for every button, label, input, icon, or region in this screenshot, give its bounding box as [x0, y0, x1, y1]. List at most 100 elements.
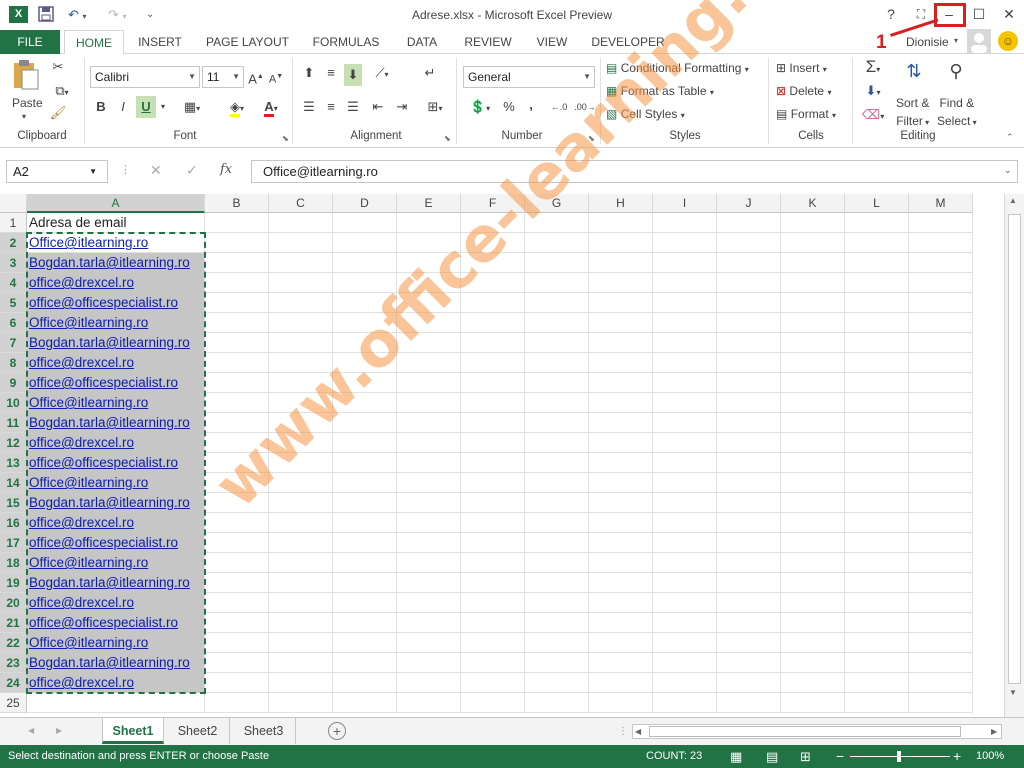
- column-header-l[interactable]: L: [845, 194, 909, 213]
- sheet-tab-sheet1[interactable]: Sheet1: [102, 718, 164, 744]
- email-cell[interactable]: Bogdan.tarla@itlearning.ro: [27, 653, 205, 673]
- avatar[interactable]: [967, 29, 991, 53]
- zoom-level[interactable]: 100%: [976, 745, 1004, 768]
- email-cell[interactable]: Office@itlearning.ro: [27, 553, 205, 573]
- middle-align-icon[interactable]: ≡: [322, 62, 340, 84]
- row-header[interactable]: 6: [0, 313, 27, 333]
- alignment-dialog-launcher-icon[interactable]: ⬊: [444, 134, 451, 143]
- email-cell[interactable]: office@officespecialist.ro: [27, 373, 205, 393]
- row-header[interactable]: 21: [0, 613, 27, 633]
- row-header[interactable]: 2: [0, 233, 27, 253]
- underline-dropdown-icon[interactable]: ▾: [157, 96, 169, 118]
- font-color-icon[interactable]: A▾: [256, 96, 286, 118]
- autosum-icon[interactable]: Σ▾: [858, 56, 888, 78]
- row-header[interactable]: 7: [0, 333, 27, 353]
- wrap-text-icon[interactable]: ↵: [420, 62, 440, 84]
- conditional-formatting-button[interactable]: ▤ Conditional Formatting ▾: [606, 59, 749, 79]
- column-header-e[interactable]: E: [397, 194, 461, 213]
- row-header[interactable]: 3: [0, 253, 27, 273]
- email-cell[interactable]: office@officespecialist.ro: [27, 293, 205, 313]
- email-cell[interactable]: Office@itlearning.ro: [27, 393, 205, 413]
- row-header[interactable]: 8: [0, 353, 27, 373]
- help-button[interactable]: ?: [880, 4, 902, 24]
- column-header-f[interactable]: F: [461, 194, 525, 213]
- number-dialog-launcher-icon[interactable]: ⬊: [588, 134, 595, 143]
- row-header[interactable]: 14: [0, 473, 27, 493]
- smiley-feedback-icon[interactable]: ☺: [998, 31, 1018, 51]
- email-cell[interactable]: office@officespecialist.ro: [27, 533, 205, 553]
- column-header-i[interactable]: I: [653, 194, 717, 213]
- row-header[interactable]: 20: [0, 593, 27, 613]
- align-center-icon[interactable]: ≡: [322, 96, 340, 118]
- email-cell[interactable]: Office@itlearning.ro: [27, 473, 205, 493]
- tab-review[interactable]: REVIEW: [458, 30, 518, 54]
- maximize-button[interactable]: ☐: [968, 4, 990, 24]
- column-header-b[interactable]: B: [205, 194, 269, 213]
- column-header-c[interactable]: C: [269, 194, 333, 213]
- email-cell[interactable]: Bogdan.tarla@itlearning.ro: [27, 573, 205, 593]
- tab-view[interactable]: VIEW: [528, 30, 576, 54]
- row-header[interactable]: 15: [0, 493, 27, 513]
- row-header[interactable]: 12: [0, 433, 27, 453]
- prev-sheet-icon[interactable]: ◀: [28, 726, 34, 735]
- email-cell[interactable]: Office@itlearning.ro: [27, 313, 205, 333]
- row-header[interactable]: 11: [0, 413, 27, 433]
- page-break-view-icon[interactable]: ⊞: [800, 745, 811, 768]
- increase-decimal-icon[interactable]: ←.0: [548, 96, 570, 118]
- merge-center-icon[interactable]: ⊞▾: [420, 96, 450, 118]
- page-layout-view-icon[interactable]: ▤: [766, 745, 778, 768]
- row-header[interactable]: 4: [0, 273, 27, 293]
- new-sheet-icon[interactable]: +: [328, 722, 346, 740]
- email-cell[interactable]: office@drexcel.ro: [27, 273, 205, 293]
- currency-format-icon[interactable]: 💲▾: [464, 96, 496, 118]
- minimize-button[interactable]: –: [938, 4, 960, 24]
- orientation-icon[interactable]: ⟋▾: [368, 62, 396, 84]
- email-cell[interactable]: office@drexcel.ro: [27, 353, 205, 373]
- percent-style-button[interactable]: %: [500, 96, 518, 118]
- email-cell[interactable]: Office@itlearning.ro: [27, 233, 205, 253]
- email-cell[interactable]: office@officespecialist.ro: [27, 453, 205, 473]
- column-header-m[interactable]: M: [909, 194, 973, 213]
- scroll-down-icon[interactable]: ▼: [1009, 688, 1017, 697]
- top-align-icon[interactable]: ⬆: [300, 62, 318, 84]
- comma-style-button[interactable]: ,: [524, 94, 538, 116]
- number-format-select[interactable]: General ▼: [463, 66, 595, 88]
- paste-button[interactable]: Paste: [12, 94, 43, 112]
- column-header-k[interactable]: K: [781, 194, 845, 213]
- row-header[interactable]: 24: [0, 673, 27, 693]
- font-name-select[interactable]: Calibri ▼: [90, 66, 200, 88]
- zoom-in-icon[interactable]: +: [953, 745, 961, 768]
- email-cell[interactable]: office@drexcel.ro: [27, 433, 205, 453]
- zoom-slider-thumb[interactable]: [897, 751, 901, 762]
- column-header-j[interactable]: J: [717, 194, 781, 213]
- zoom-out-icon[interactable]: −: [836, 745, 844, 768]
- worksheet-grid[interactable]: A B C D E F G H I J K L M 1 Adresa de email 2 Office@itl…: [0, 194, 1024, 717]
- scroll-right-icon[interactable]: ▶: [991, 727, 997, 736]
- column-header-a[interactable]: A: [27, 194, 205, 213]
- decrease-indent-icon[interactable]: ⇤: [368, 96, 388, 118]
- row-header[interactable]: 18: [0, 553, 27, 573]
- email-cell[interactable]: Office@itlearning.ro: [27, 633, 205, 653]
- tab-home[interactable]: HOME: [64, 30, 124, 55]
- row-header[interactable]: 16: [0, 513, 27, 533]
- italic-button[interactable]: I: [114, 96, 132, 118]
- fill-icon[interactable]: ⬇▾: [858, 80, 888, 102]
- tab-split-grip-icon[interactable]: ⋮: [618, 726, 628, 737]
- row-header[interactable]: 1: [0, 213, 27, 233]
- shrink-font-icon[interactable]: A▼: [268, 66, 284, 88]
- format-painter-icon[interactable]: 🖌: [48, 102, 68, 124]
- tab-insert[interactable]: INSERT: [130, 30, 190, 54]
- expand-formula-bar-icon[interactable]: ⌄: [1004, 165, 1012, 176]
- row-header[interactable]: 19: [0, 573, 27, 593]
- confirm-entry-icon[interactable]: ✓: [186, 162, 198, 179]
- paste-icon[interactable]: [12, 60, 40, 90]
- column-header-g[interactable]: G: [525, 194, 589, 213]
- next-sheet-icon[interactable]: ▶: [56, 726, 62, 735]
- tab-page-layout[interactable]: PAGE LAYOUT: [200, 30, 295, 54]
- format-as-table-button[interactable]: ▦ Format as Table ▾: [606, 82, 714, 102]
- row-header[interactable]: 13: [0, 453, 27, 473]
- email-cell[interactable]: Bogdan.tarla@itlearning.ro: [27, 413, 205, 433]
- row-header[interactable]: 10: [0, 393, 27, 413]
- column-header-d[interactable]: D: [333, 194, 397, 213]
- clear-icon[interactable]: ⌫▾: [858, 104, 888, 126]
